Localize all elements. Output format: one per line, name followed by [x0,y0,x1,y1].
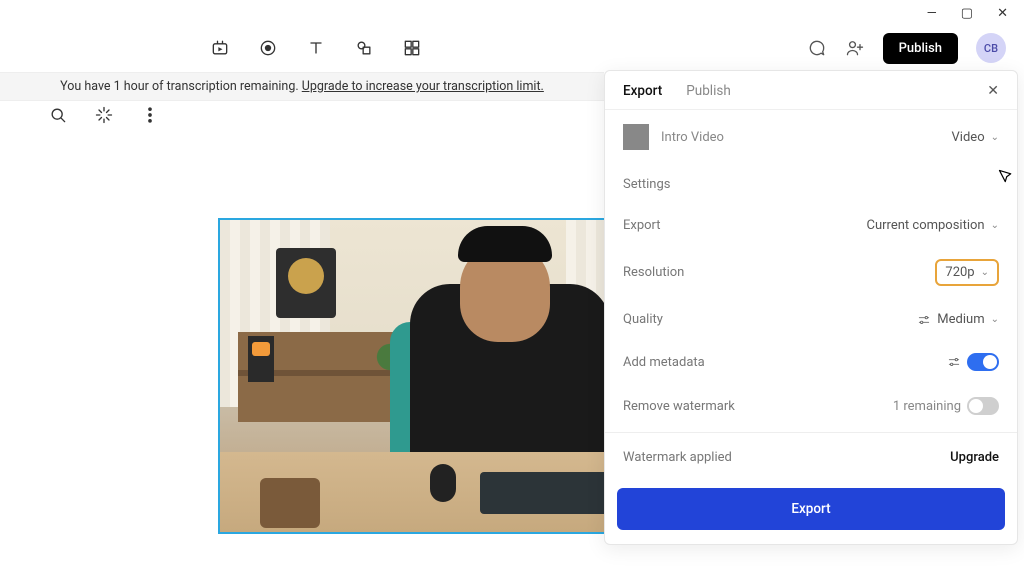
avatar[interactable]: CB [976,33,1006,63]
export-button[interactable]: Export [617,488,1005,530]
quality-select[interactable]: Medium⌄ [917,312,999,327]
invite-icon[interactable] [845,38,865,58]
resolution-label: Resolution [623,265,684,280]
watermark-applied-label: Watermark applied [623,450,732,465]
shapes-icon[interactable] [354,38,374,58]
upgrade-link[interactable]: Upgrade to increase your transcription l… [302,79,544,94]
video-title: Intro Video [661,130,724,145]
metadata-label: Add metadata [623,355,705,370]
video-thumbnail [623,124,649,150]
more-icon[interactable] [140,105,160,125]
scene-lamp [248,336,274,382]
chevron-down-icon: ⌄ [991,314,999,325]
scene-cap [458,226,552,262]
search-icon[interactable] [48,105,68,125]
media-icon[interactable] [210,38,230,58]
transcription-banner: You have 1 hour of transcription remaini… [0,72,604,101]
text-icon[interactable] [306,38,326,58]
left-actions [48,105,160,125]
window-controls: — ▢ ✕ [911,0,1024,27]
chevron-down-icon: ⌄ [991,220,999,231]
comment-icon[interactable] [807,38,827,58]
metadata-toggle[interactable] [967,353,999,371]
top-toolbar: Publish CB [0,28,1024,68]
video-type-select[interactable]: Video⌄ [952,130,999,145]
scene-stool [260,478,320,528]
tab-export[interactable]: Export [623,83,662,99]
settings-heading: Settings [623,177,670,192]
maximize-button[interactable]: ▢ [961,6,973,21]
chevron-down-icon: ⌄ [991,132,999,143]
watermark-remaining: 1 remaining [893,399,961,414]
sliders-icon[interactable] [947,355,961,369]
sliders-icon [917,313,931,327]
chevron-down-icon: ⌄ [981,267,989,278]
close-panel-icon[interactable]: ✕ [987,83,999,99]
sparkle-icon[interactable] [94,105,114,125]
upgrade-button[interactable]: Upgrade [950,450,999,465]
resolution-select[interactable]: 720p⌄ [935,259,999,286]
tab-publish[interactable]: Publish [686,83,731,99]
record-icon[interactable] [258,38,278,58]
quality-label: Quality [623,312,663,327]
export-panel: Export Publish ✕ Intro Video Video⌄ Sett… [604,70,1018,545]
remove-watermark-label: Remove watermark [623,399,735,414]
publish-button[interactable]: Publish [883,33,958,64]
close-window-button[interactable]: ✕ [997,6,1008,21]
minimize-button[interactable]: — [927,6,937,21]
scene-mouse [430,464,456,502]
scene-plaque [276,248,336,318]
scene-keyboard [480,472,610,514]
templates-icon[interactable] [402,38,422,58]
watermark-toggle[interactable] [967,397,999,415]
export-scope-label: Export [623,218,661,233]
export-scope-select[interactable]: Current composition⌄ [867,218,999,233]
banner-text: You have 1 hour of transcription remaini… [60,79,302,94]
